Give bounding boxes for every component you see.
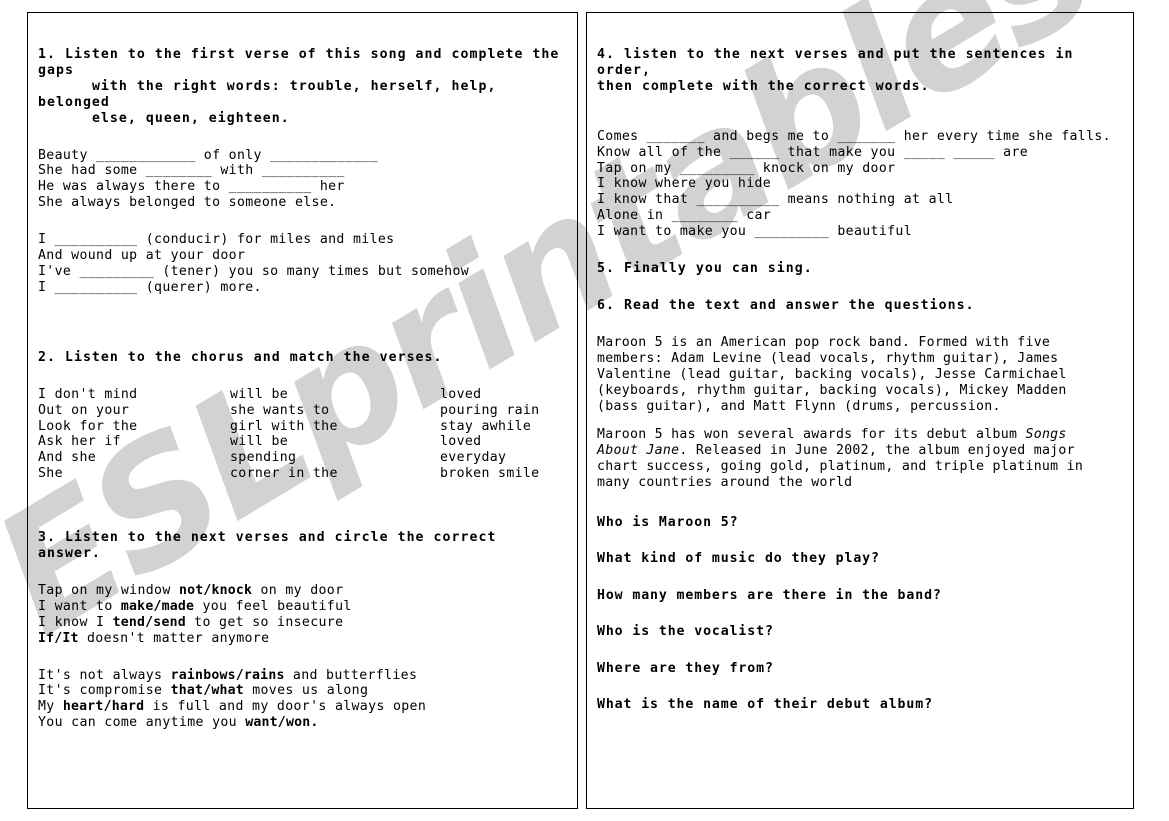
line-pre: You can come anytime you [38, 715, 246, 731]
exercise-2-instruction: 2. Listen to the chorus and match the ve… [38, 349, 443, 365]
scrambled-sentence[interactable]: Tap on my _________ knock on my door [597, 161, 1123, 177]
line-pre: My [38, 699, 63, 715]
exercise-5-instruction: 5. Finally you can sing. [597, 261, 813, 277]
question-item: What kind of music do they play? [597, 551, 880, 567]
line-post: moves us along [243, 683, 369, 699]
line-pre: It's not always [38, 667, 171, 683]
match-cell-a[interactable]: Look for the [38, 419, 230, 435]
lyric-line: She had some ________ with __________ [38, 163, 345, 179]
choice-option[interactable]: not/knock [179, 583, 252, 598]
match-cell-b[interactable]: will be [230, 434, 440, 450]
reading-paragraph-1: Maroon 5 is an American pop rock band. F… [597, 334, 1075, 414]
match-cell-c[interactable]: everyday [440, 450, 548, 466]
choice-option[interactable]: that/what [171, 683, 244, 698]
match-cell-a[interactable]: Out on your [38, 403, 230, 419]
lyric-line: He was always there to __________ her [38, 179, 345, 195]
table-row[interactable]: Ask her if will be loved [38, 434, 548, 450]
match-cell-b[interactable]: she wants to [230, 403, 440, 419]
line-post: is full and my door's always open [144, 699, 427, 715]
match-cell-c[interactable]: broken smile [440, 466, 548, 482]
choice-option[interactable]: make/made [121, 599, 194, 614]
table-row[interactable]: And she spending everyday [38, 450, 548, 466]
reading-paragraph-2: Maroon 5 has won several awards for its … [597, 427, 1113, 491]
line-pre: Tap on my window [38, 582, 179, 598]
exercise-3-verse-1: Tap on my window not/knock on my door I … [38, 583, 567, 647]
scrambled-sentence[interactable]: I know that __________ means nothing at … [597, 192, 1123, 208]
scrambled-sentence[interactable]: Know all of the ______ that make you ___… [597, 145, 1123, 161]
match-cell-c[interactable]: loved [440, 434, 548, 450]
exercise-3-verse-2: It's not always rainbows/rains and butte… [38, 668, 567, 732]
exercise-6-instruction: 6. Read the text and answer the question… [597, 297, 975, 313]
lyric-choice-line[interactable]: It's not always rainbows/rains and butte… [38, 668, 567, 684]
line-post: to get so insecure [185, 614, 344, 630]
match-cell-a[interactable]: I don't mind [38, 387, 230, 403]
table-row[interactable]: Out on your she wants to pouring rain [38, 403, 548, 419]
match-cell-b[interactable]: girl with the [230, 419, 440, 435]
paragraph-pre: Maroon 5 has won several awards for its … [597, 427, 1026, 443]
table-row[interactable]: I don't mind will be loved [38, 387, 548, 403]
match-cell-a[interactable]: She [38, 466, 230, 482]
lyric-choice-line[interactable]: You can come anytime you want/won. [38, 715, 567, 731]
match-cell-b[interactable]: will be [230, 387, 440, 403]
scrambled-sentence[interactable]: Comes _______ and begs me to _______ her… [597, 129, 1123, 145]
lyric-line: Beauty ____________ of only ____________… [38, 147, 378, 163]
question-item: What is the name of their debut album? [597, 697, 933, 713]
scrambled-sentence[interactable]: Alone in ________ car [597, 208, 1123, 224]
table-row[interactable]: Look for the girl with the stay awhile [38, 419, 548, 435]
choice-option[interactable]: tend/send [113, 615, 186, 630]
lyric-choice-line[interactable]: If/It doesn't matter anymore [38, 631, 567, 647]
match-cell-b[interactable]: spending [230, 450, 440, 466]
scrambled-sentence[interactable]: I know where you hide [597, 176, 1123, 192]
match-cell-a[interactable]: And she [38, 450, 230, 466]
lyric-choice-line[interactable]: I know I tend/send to get so insecure [38, 615, 567, 631]
choice-option[interactable]: rainbows/rains [171, 668, 285, 683]
lyric-choice-line[interactable]: It's compromise that/what moves us along [38, 683, 567, 699]
question-item: How many members are there in the band? [597, 587, 942, 603]
lyric-choice-line[interactable]: My heart/hard is full and my door's alwa… [38, 699, 567, 715]
line-pre: It's compromise [38, 683, 171, 699]
match-cell-c[interactable]: loved [440, 387, 548, 403]
question-item: Who is Maroon 5? [597, 515, 739, 531]
table-row[interactable]: She corner in the broken smile [38, 466, 548, 482]
choice-option[interactable]: If/It [38, 631, 79, 646]
line-post: on my door [252, 582, 344, 598]
choice-option[interactable]: want/won. [245, 715, 318, 730]
lyric-line: I've _________ (tener) you so many times… [38, 263, 470, 279]
exercise-4-instruction: 4. listen to the next verses and put the… [597, 47, 1074, 94]
exercise-1-instruction: 1. Listen to the first verse of this son… [38, 47, 560, 126]
match-cell-a[interactable]: Ask her if [38, 434, 230, 450]
lyric-line: And wound up at your door [38, 248, 246, 264]
match-cell-c[interactable]: stay awhile [440, 419, 548, 435]
lyric-choice-line[interactable]: I want to make/made you feel beautiful [38, 599, 567, 615]
line-post: doesn't matter anymore [78, 630, 270, 646]
question-item: Who is the vocalist? [597, 624, 774, 640]
exercise-1-verse-1: Beauty ____________ of only ____________… [38, 148, 567, 212]
line-pre: I want to [38, 598, 121, 614]
lyric-line: She always belonged to someone else. [38, 195, 337, 211]
exercise-4-sentences: Comes _______ and begs me to _______ her… [597, 129, 1123, 240]
question-item: Where are they from? [597, 660, 774, 676]
line-post: and butterflies [284, 667, 418, 683]
comprehension-questions: Who is Maroon 5? What kind of music do t… [597, 515, 1123, 713]
exercise-1-verse-2: I __________ (conducir) for miles and mi… [38, 232, 567, 296]
worksheet-page-left: 1. Listen to the first verse of this son… [27, 12, 578, 809]
scrambled-sentence[interactable]: I want to make you _________ beautiful [597, 224, 1123, 240]
line-post: you feel beautiful [194, 598, 352, 614]
exercise-3-instruction: 3. Listen to the next verses and circle … [38, 530, 506, 562]
line-pre: I know I [38, 614, 113, 630]
match-cell-c[interactable]: pouring rain [440, 403, 548, 419]
match-cell-b[interactable]: corner in the [230, 466, 440, 482]
exercise-2-matching-table: I don't mind will be loved Out on your s… [38, 387, 548, 482]
lyric-line: I __________ (conducir) for miles and mi… [38, 232, 395, 248]
worksheet-page-right: 4. listen to the next verses and put the… [586, 12, 1134, 809]
lyric-choice-line[interactable]: Tap on my window not/knock on my door [38, 583, 567, 599]
choice-option[interactable]: heart/hard [63, 699, 144, 714]
lyric-line: I __________ (querer) more. [38, 279, 262, 295]
